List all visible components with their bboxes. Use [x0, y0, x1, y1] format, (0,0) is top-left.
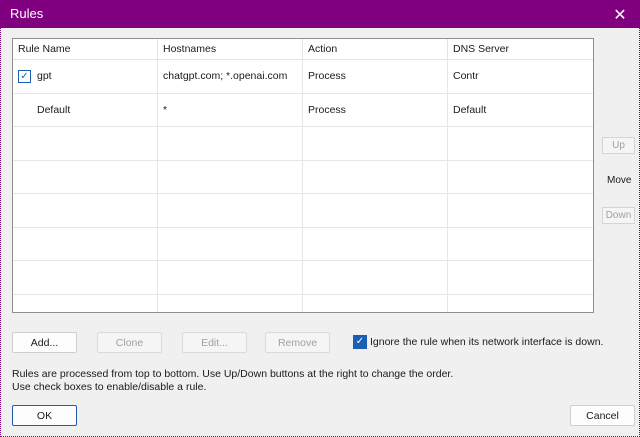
move-label: Move — [607, 175, 632, 186]
action-cell: Process — [303, 93, 448, 126]
edit-button[interactable]: Edit... — [182, 332, 247, 353]
help-text-line-1: Rules are processed from top to bottom. … — [12, 368, 454, 380]
help-text: Rules are processed from top to bottom. … — [12, 368, 453, 393]
column-header-hostnames[interactable]: Hostnames — [158, 39, 303, 59]
title-bar: Rules ✕ — [0, 0, 640, 28]
dns-server-cell: Contr — [453, 70, 479, 83]
help-text-line-2: Use check boxes to enable/disable a rule… — [12, 380, 207, 393]
rule-name: gpt — [37, 70, 52, 83]
rule-name-cell: ✓ gpt — [13, 60, 158, 93]
add-button[interactable]: Add... — [12, 332, 77, 353]
window-title: Rules — [10, 6, 44, 21]
up-button[interactable]: Up — [602, 137, 635, 154]
table-header: Rule Name Hostnames Action DNS Server — [13, 39, 593, 60]
rules-table: Rule Name Hostnames Action DNS Server ✓ … — [12, 38, 594, 313]
ok-button[interactable]: OK — [12, 405, 77, 426]
empty-row — [13, 127, 593, 161]
rule-name: Default — [37, 103, 71, 116]
hostnames-cell: chatgpt.com; *.openai.com — [158, 60, 303, 93]
empty-row — [13, 261, 593, 295]
column-header-rule-name[interactable]: Rule Name — [13, 39, 158, 59]
close-icon[interactable]: ✕ — [600, 0, 640, 28]
remove-button[interactable]: Remove — [265, 332, 330, 353]
cancel-button[interactable]: Cancel — [570, 405, 635, 426]
ignore-interface-down-checkbox[interactable]: ✓ — [353, 335, 367, 349]
ignore-interface-down-label: Ignore the rule when its network interfa… — [370, 336, 604, 348]
down-button[interactable]: Down — [602, 207, 635, 224]
empty-row — [13, 227, 593, 261]
empty-row — [13, 194, 593, 228]
action-cell: Process — [303, 60, 448, 93]
empty-row — [13, 294, 593, 312]
rule-enable-checkbox[interactable]: ✓ — [18, 69, 31, 83]
rule-name-cell: Default — [13, 93, 158, 126]
table-row[interactable]: ✓ gpt chatgpt.com; *.openai.com Process … — [13, 60, 593, 94]
hostnames-cell: * — [158, 93, 303, 126]
table-row[interactable]: Default * Process Default — [13, 93, 593, 127]
column-header-dns-server[interactable]: DNS Server — [448, 39, 593, 59]
clone-button[interactable]: Clone — [97, 332, 162, 353]
dns-server-cell: Default — [453, 103, 487, 116]
column-header-action[interactable]: Action — [303, 39, 448, 59]
empty-row — [13, 160, 593, 194]
ignore-interface-down-option[interactable]: ✓ Ignore the rule when its network inter… — [353, 335, 603, 349]
window-border-left — [0, 28, 3, 437]
